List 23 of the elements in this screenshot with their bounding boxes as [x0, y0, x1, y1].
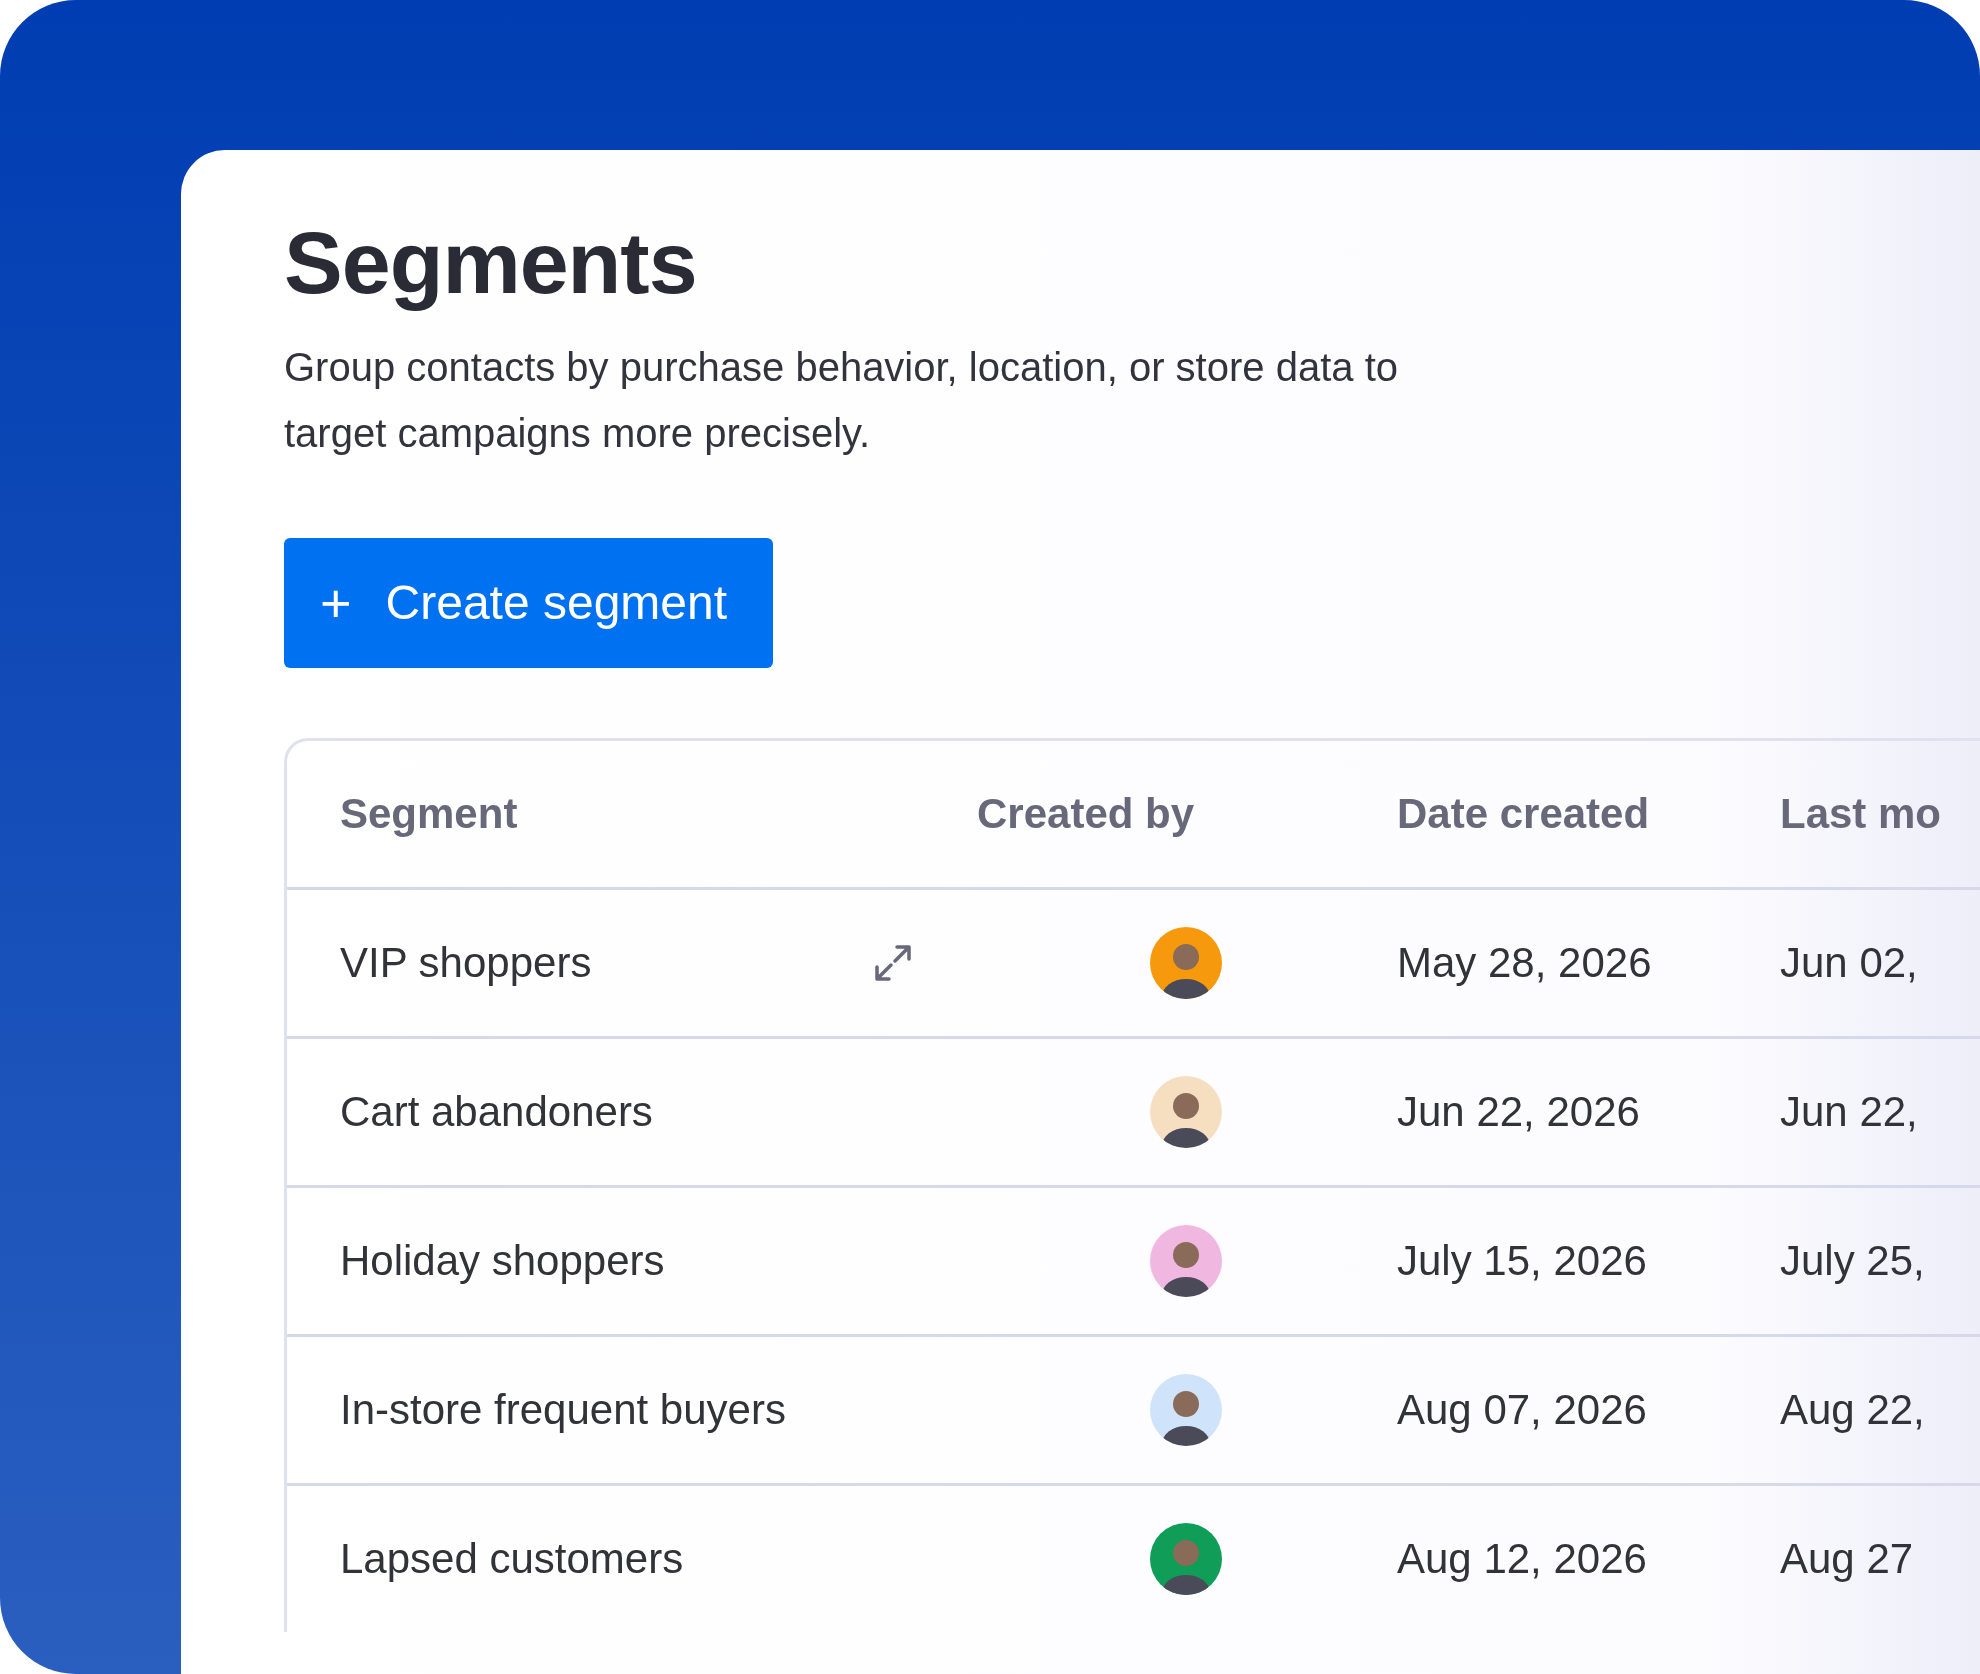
- expand-icon[interactable]: [873, 942, 913, 983]
- last-modified-date: Aug 22,: [1780, 1385, 1925, 1434]
- page-title: Segments: [284, 212, 698, 314]
- date-created: Aug 07, 2026: [1397, 1385, 1647, 1434]
- column-header: Created by: [977, 789, 1195, 838]
- last-modified-date: July 25,: [1780, 1236, 1925, 1285]
- last-modified-date: Jun 02,: [1780, 938, 1918, 987]
- page-description: Group contacts by purchase behavior, location, or store data to target campaigns more precisely.: [284, 343, 1399, 457]
- column-header: Segment: [340, 789, 518, 838]
- date-created: May 28, 2026: [1397, 938, 1652, 987]
- segment-name[interactable]: Holiday shoppers: [340, 1236, 665, 1285]
- segment-name[interactable]: VIP shoppers: [340, 938, 592, 987]
- date-created: July 15, 2026: [1397, 1236, 1647, 1285]
- last-modified-date: Jun 22,: [1780, 1087, 1918, 1136]
- segment-name[interactable]: In-store frequent buyers: [340, 1385, 786, 1434]
- segment-name[interactable]: Lapsed customers: [340, 1534, 684, 1583]
- date-created: Aug 12, 2026: [1397, 1534, 1647, 1583]
- last-modified-date: Aug 27: [1780, 1534, 1914, 1583]
- column-header: Date created: [1397, 789, 1650, 838]
- create-segment-button[interactable]: + Create segment: [284, 537, 774, 668]
- column-header: Last mo: [1780, 789, 1942, 838]
- date-created: Jun 22, 2026: [1397, 1087, 1640, 1136]
- segment-name[interactable]: Cart abandoners: [340, 1087, 653, 1136]
